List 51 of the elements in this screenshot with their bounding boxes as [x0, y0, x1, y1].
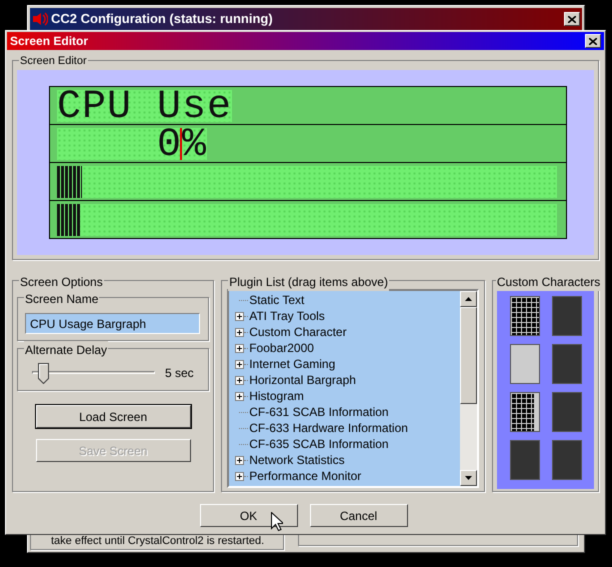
character-tile[interactable] [510, 296, 540, 336]
expand-icon[interactable] [235, 456, 244, 464]
close-icon [589, 38, 597, 44]
character-tile[interactable] [552, 392, 582, 432]
screen-name-field[interactable]: CPU Usage Bargraph [25, 313, 200, 334]
character-tile[interactable] [552, 440, 582, 480]
expand-icon[interactable] [235, 360, 244, 368]
expand-icon[interactable] [235, 472, 244, 480]
slider-thumb[interactable] [38, 363, 49, 384]
tree-item[interactable]: Horizontal Bargraph [248, 371, 356, 389]
tree-item[interactable]: Network Statistics [248, 451, 345, 469]
mouse-pointer-icon [271, 512, 283, 532]
cancel-button[interactable]: Cancel [310, 504, 408, 527]
character-tile[interactable] [552, 344, 582, 384]
tree-item[interactable]: Histogram [248, 387, 304, 405]
load-screen-button[interactable]: Load Screen [36, 405, 191, 428]
scroll-down-button[interactable] [460, 470, 477, 486]
tree-item[interactable]: ATI Tray Tools [248, 307, 325, 325]
info-text: take effect until CrystalControl2 is restarted. [51, 534, 264, 548]
tree-item[interactable]: Custom Character [248, 323, 347, 341]
up-arrow-icon [464, 297, 472, 301]
group-label: Alternate Delay [24, 341, 108, 359]
expand-icon[interactable] [235, 392, 244, 400]
tree-item[interactable]: Static Text [248, 291, 304, 309]
lcd-text: CPU Use [57, 90, 232, 122]
character-tile[interactable] [552, 296, 582, 336]
expand-icon[interactable] [235, 344, 244, 352]
scroll-thumb[interactable] [460, 307, 477, 404]
window-title: Screen Editor [10, 33, 90, 50]
close-button[interactable] [585, 34, 601, 48]
tree-item[interactable]: Foobar2000 [248, 339, 314, 357]
character-tile[interactable] [510, 392, 540, 432]
close-icon [568, 16, 576, 22]
app-icon [32, 12, 48, 26]
scroll-up-button[interactable] [460, 291, 477, 307]
tree-item[interactable]: Performance Monitor [248, 467, 362, 485]
expand-icon[interactable] [235, 328, 244, 336]
delay-value: 5 sec [165, 364, 194, 382]
tree-item[interactable]: Internet Gaming [248, 355, 336, 373]
tree-item[interactable]: CF-631 SCAB Information [248, 403, 389, 421]
expand-icon[interactable] [235, 312, 244, 320]
scrollbar[interactable] [460, 291, 477, 486]
tree-item[interactable]: CF-633 Hardware Information [248, 419, 408, 437]
window-title: CC2 Configuration (status: running) [51, 10, 274, 28]
close-button[interactable] [564, 12, 580, 26]
character-tile[interactable] [510, 344, 540, 384]
expand-icon[interactable] [235, 376, 244, 384]
tree-item[interactable]: CF-635 SCAB Information [248, 435, 389, 453]
character-tile[interactable] [510, 440, 540, 480]
ok-button[interactable]: OK [200, 504, 298, 527]
down-arrow-icon [464, 476, 472, 480]
